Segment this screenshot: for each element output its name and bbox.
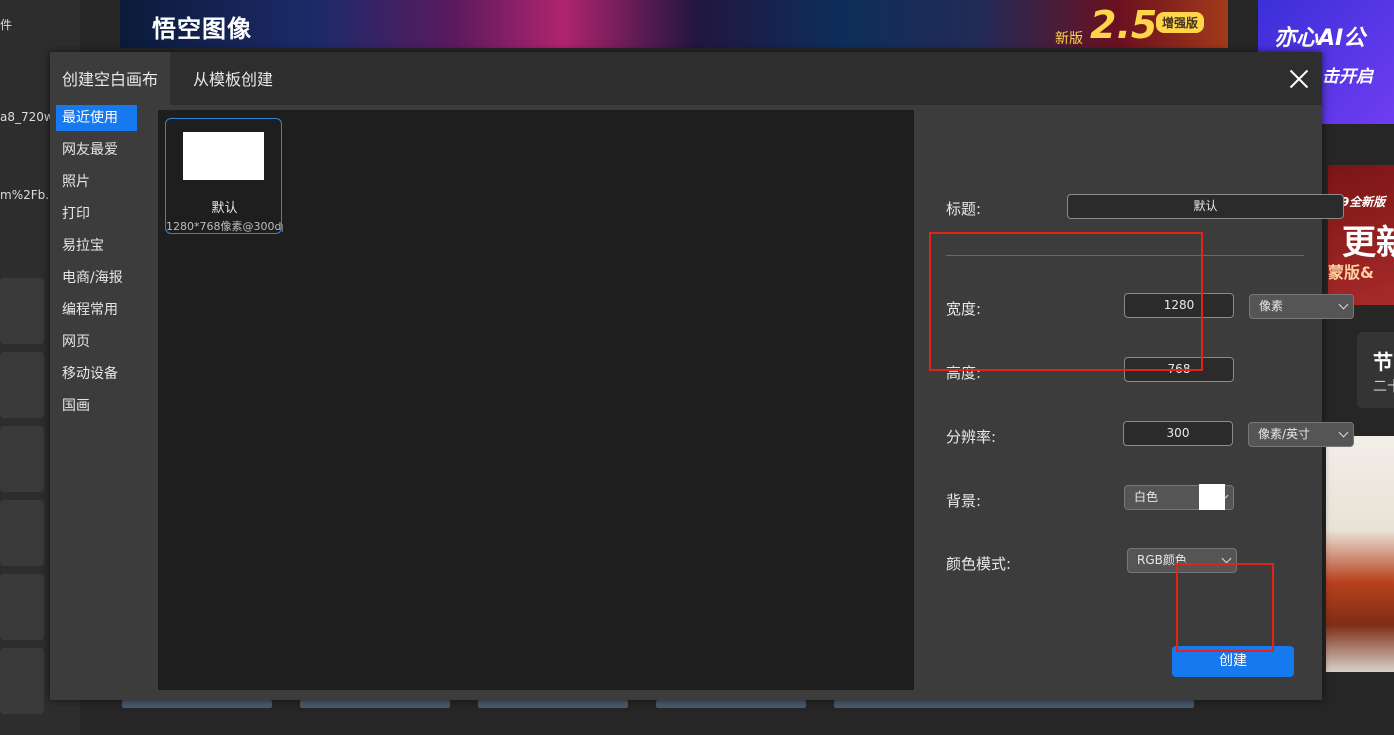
file-thumb[interactable] <box>0 278 44 344</box>
preset-size: 1280*768像素@300dpi <box>166 220 283 233</box>
unit-select-value: 像素 <box>1259 299 1284 313</box>
banner-badge: 增强版 <box>1156 12 1205 33</box>
preset-thumbnail <box>183 132 264 180</box>
chevron-down-icon <box>1338 299 1349 310</box>
category-mobile[interactable]: 移动设备 <box>56 361 137 387</box>
category-rollup-banner[interactable]: 易拉宝 <box>56 233 137 259</box>
height-field[interactable]: 768 <box>1124 357 1234 382</box>
width-label: 宽度: <box>946 300 982 318</box>
create-button[interactable]: 创建 <box>1172 646 1294 677</box>
festival-card[interactable]: 节 二十 <box>1357 332 1394 408</box>
palace-image-ad[interactable] <box>1326 436 1394 672</box>
category-chinese-painting[interactable]: 国画 <box>56 393 137 419</box>
preset-name: 默认 <box>211 201 238 216</box>
category-ecommerce-poster[interactable]: 电商/海报 <box>56 265 137 291</box>
update-promo-title: 更新 <box>1342 223 1394 263</box>
color-mode-label: 颜色模式: <box>946 555 1012 573</box>
dialog-tab-bar: 创建空白画布 从模板创建 <box>50 52 1322 105</box>
category-programming[interactable]: 编程常用 <box>56 297 137 323</box>
file-thumb[interactable] <box>0 352 44 418</box>
template-thumb[interactable] <box>478 700 628 708</box>
category-photo[interactable]: 照片 <box>56 169 137 195</box>
color-mode-value: RGB颜色 <box>1137 553 1187 567</box>
tab-create-blank[interactable]: 创建空白画布 <box>50 52 170 105</box>
ai-promo-title: 亦心AI公 <box>1274 26 1366 51</box>
close-icon[interactable] <box>1286 66 1312 92</box>
title-label: 标题: <box>946 200 982 218</box>
file-thumb[interactable] <box>0 648 44 714</box>
banner-version-prefix: 新版 <box>1055 31 1083 47</box>
new-canvas-dialog: 创建空白画布 从模板创建 最近使用 网友最爱 照片 打印 易拉宝 电商/海报 编… <box>50 52 1354 700</box>
template-thumb[interactable] <box>300 700 450 708</box>
ai-promo-sub: 击开启 <box>1322 67 1373 87</box>
festival-card-title: 节 <box>1373 350 1393 374</box>
canvas-settings-form: 标题: 默认 宽度: 1280 像素 高度: 768 分辨率: 300 像素/英… <box>914 105 1354 700</box>
color-mode-select[interactable]: RGB颜色 <box>1127 548 1237 573</box>
resolution-unit-value: 像素/英寸 <box>1258 427 1311 441</box>
category-favorites[interactable]: 网友最爱 <box>56 137 137 163</box>
file-thumb[interactable] <box>0 574 44 640</box>
unit-select[interactable]: 像素 <box>1249 294 1354 319</box>
chevron-down-icon <box>1338 427 1349 438</box>
file-thumb[interactable] <box>0 500 44 566</box>
file-item-label[interactable]: 件 <box>0 16 12 33</box>
preset-card-default[interactable]: 默认 1280*768像素@300dpi <box>165 118 283 234</box>
tab-from-template[interactable]: 从模板创建 <box>183 52 283 105</box>
resolution-field[interactable]: 300 <box>1123 421 1233 446</box>
template-thumb[interactable] <box>122 700 272 708</box>
form-divider <box>946 255 1304 256</box>
festival-card-sub: 二十 <box>1373 379 1394 395</box>
resolution-label: 分辨率: <box>946 428 997 446</box>
background-select-value: 白色 <box>1134 490 1159 504</box>
resolution-unit-select[interactable]: 像素/英寸 <box>1248 422 1354 447</box>
background-color-swatch[interactable] <box>1199 484 1225 510</box>
title-field[interactable]: 默认 <box>1067 194 1344 219</box>
preset-grid: 默认 1280*768像素@300dpi <box>158 110 914 690</box>
update-promo-sub: 蒙版& <box>1328 263 1374 282</box>
file-item-label[interactable]: m%2Fb... <box>0 188 57 202</box>
app-logo: 悟空图像 <box>152 15 252 43</box>
promo-banner[interactable]: 悟空图像 新版 2.5 增强版 <box>120 0 1228 48</box>
banner-version: 2.5 <box>1090 3 1158 47</box>
category-recent[interactable]: 最近使用 <box>56 105 137 131</box>
width-field[interactable]: 1280 <box>1124 293 1234 318</box>
background-label: 背景: <box>946 492 982 510</box>
template-thumb[interactable] <box>656 700 806 708</box>
file-thumb[interactable] <box>0 426 44 492</box>
chevron-down-icon <box>1221 553 1232 564</box>
height-label: 高度: <box>946 364 982 382</box>
category-web[interactable]: 网页 <box>56 329 137 355</box>
template-thumb[interactable] <box>834 700 1194 708</box>
update-promo-ad[interactable]: .29全新版 更新 蒙版& <box>1328 165 1394 305</box>
category-print[interactable]: 打印 <box>56 201 137 227</box>
file-item-label[interactable]: a8_720w <box>0 110 54 124</box>
